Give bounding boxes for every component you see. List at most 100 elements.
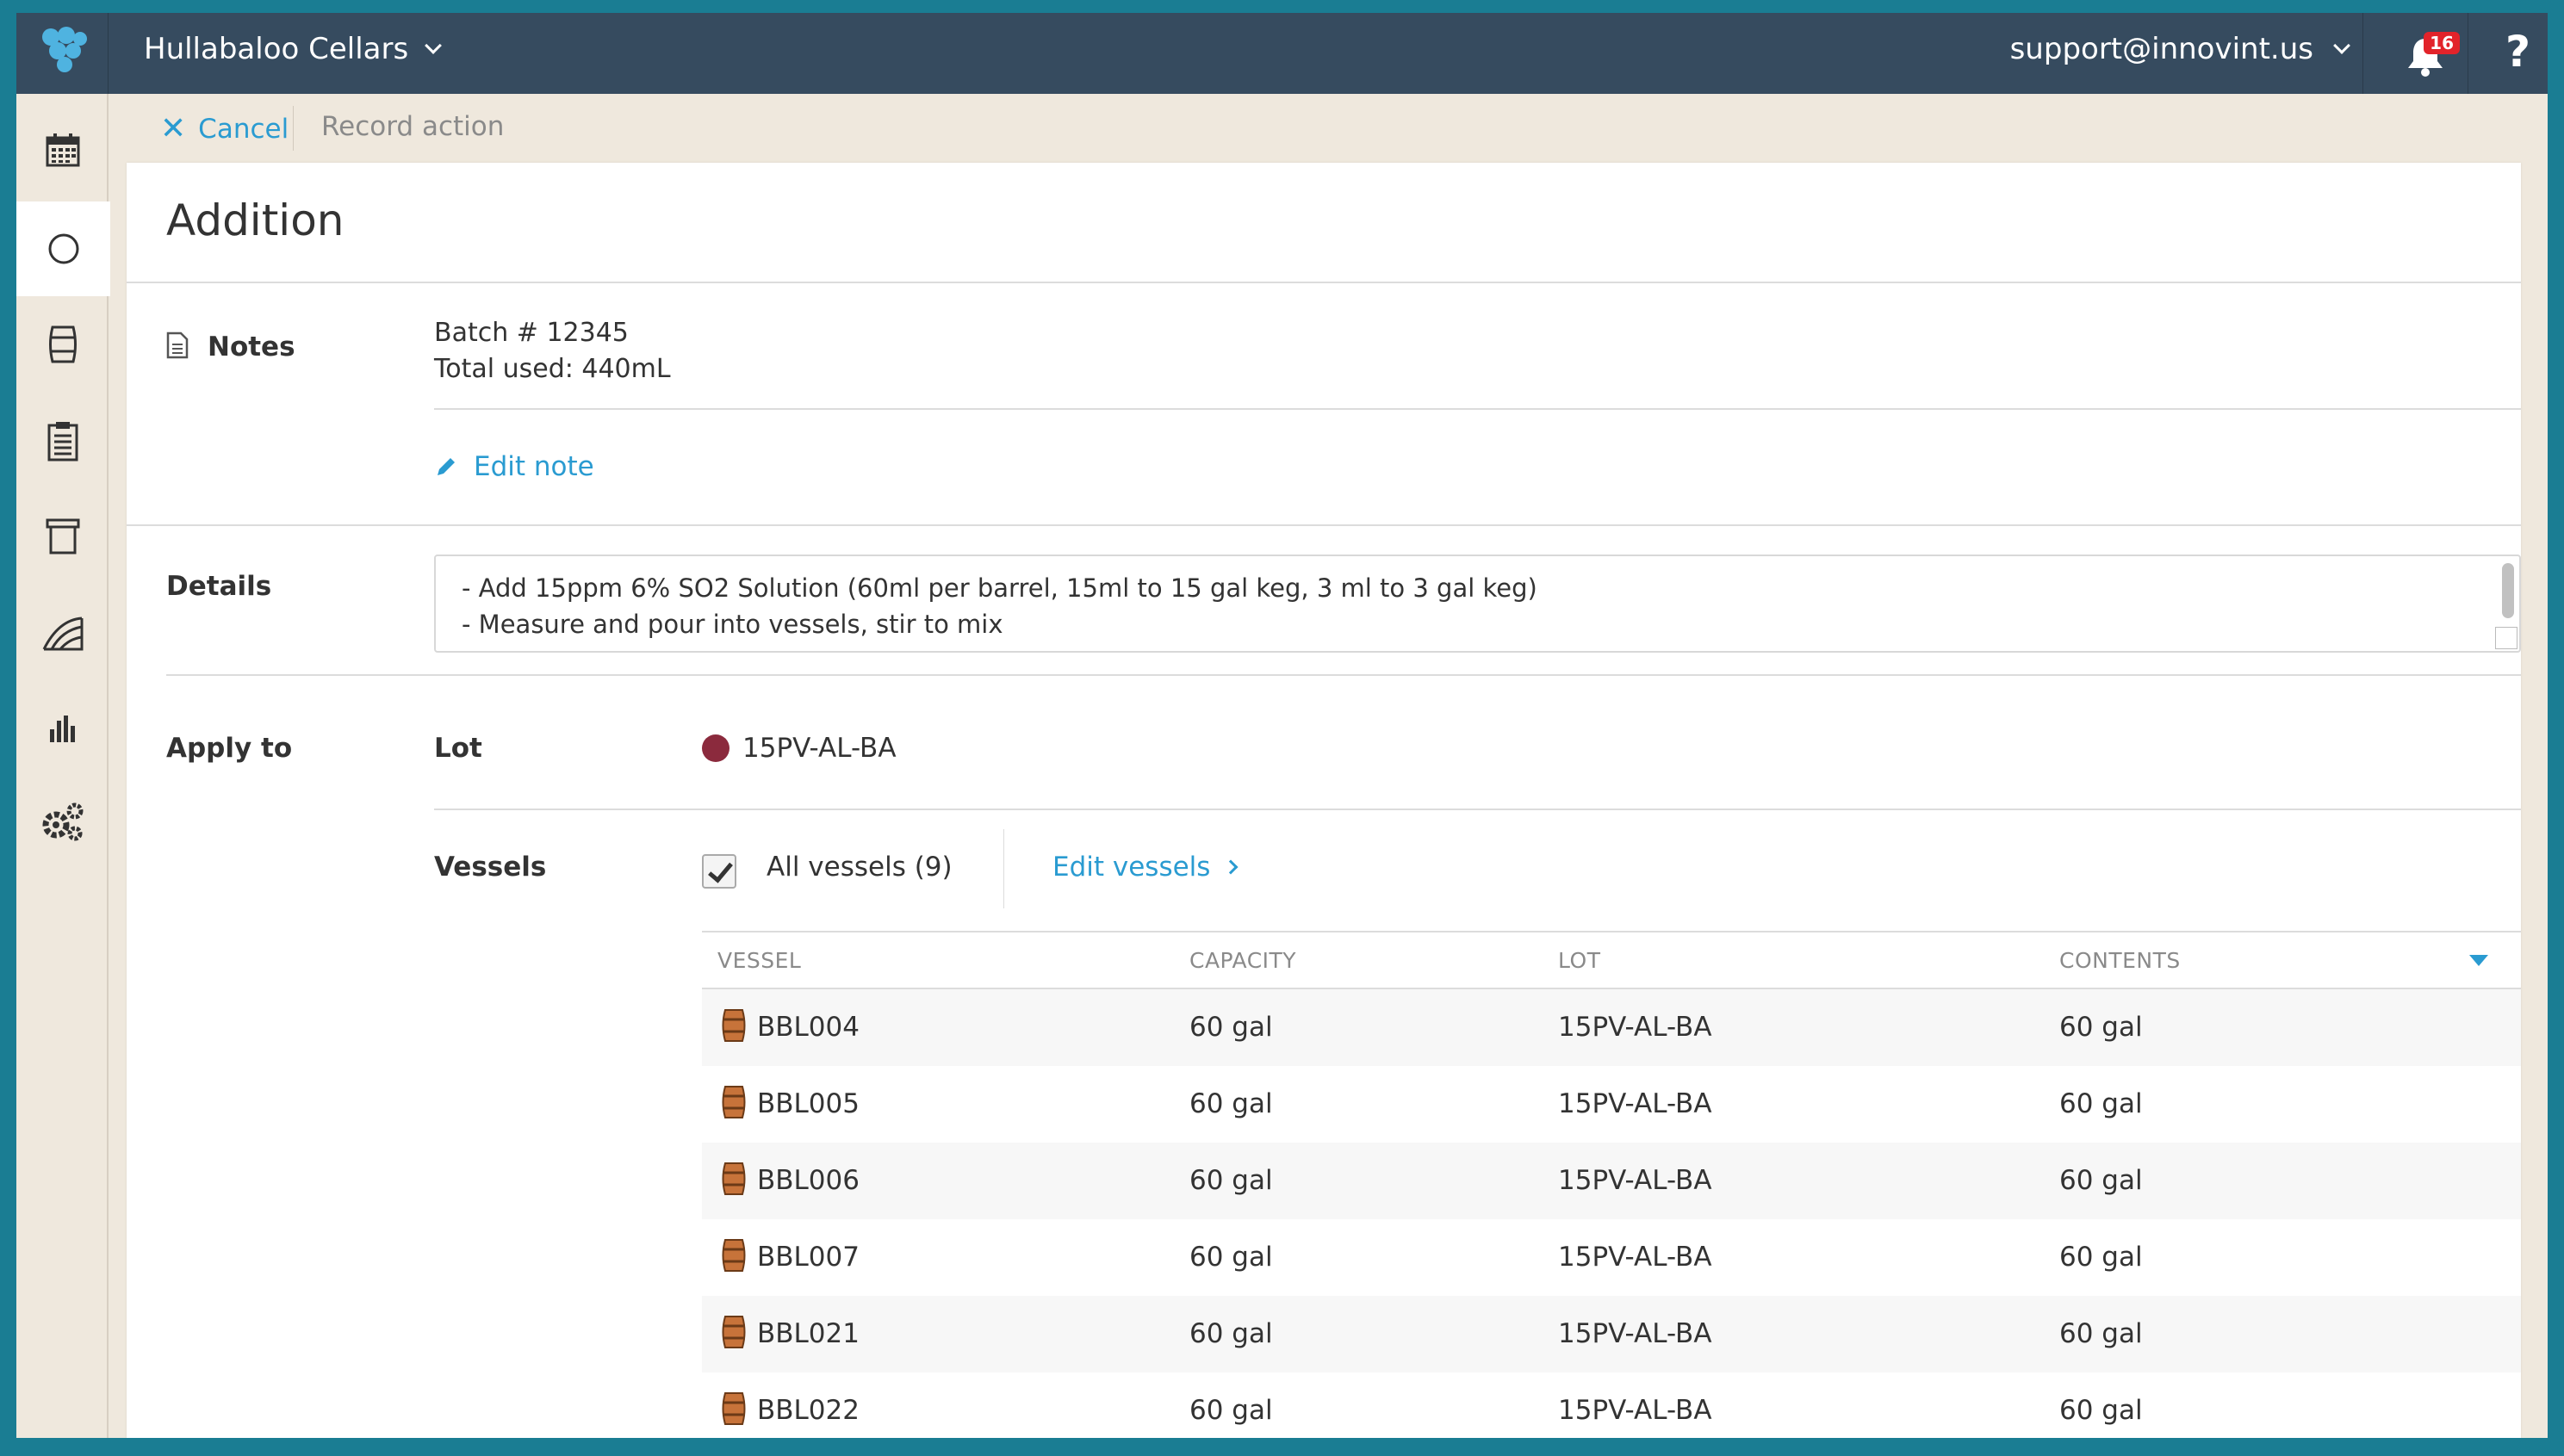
edit-note-label: Edit note	[474, 451, 594, 482]
sidebar-item-work-orders[interactable]	[16, 393, 109, 488]
contents-cell: 60 gal	[2059, 1318, 2143, 1349]
sidebar-item-reports[interactable]	[16, 681, 109, 776]
lot-cell: 15PV-AL-BA	[1558, 1242, 1712, 1273]
scrollbar[interactable]	[2502, 563, 2514, 618]
notes-label: Notes	[208, 331, 295, 362]
details-textarea[interactable]: - Add 15ppm 6% SO2 Solution (60ml per ba…	[434, 555, 2521, 653]
grape-logo-icon	[42, 27, 87, 72]
column-header-contents[interactable]: CONTENTS	[2059, 948, 2181, 973]
circle-icon	[48, 233, 78, 264]
capacity-cell: 60 gal	[1189, 1242, 1273, 1273]
capacity-cell: 60 gal	[1189, 1395, 1273, 1426]
user-menu[interactable]: support@innovint.us	[2010, 32, 2350, 66]
table-header: VESSEL CAPACITY LOT CONTENTS	[702, 931, 2521, 989]
org-name: Hullabaloo Cellars	[144, 32, 409, 66]
vessel-cell: BBL006	[757, 1165, 860, 1196]
edit-vessels-label: Edit vessels	[1052, 852, 1211, 883]
barrel-icon	[722, 1316, 746, 1348]
archive-icon	[46, 518, 79, 555]
record-action-button[interactable]: Record action	[321, 111, 504, 142]
cancel-button[interactable]: ✕ Cancel	[160, 111, 289, 146]
edit-note-link[interactable]: Edit note	[434, 451, 594, 482]
lot-cell: 15PV-AL-BA	[1558, 1395, 1712, 1426]
column-header-vessel[interactable]: VESSEL	[717, 948, 801, 973]
notes-line-2: Total used: 440mL	[434, 354, 671, 384]
barrel-icon	[722, 1162, 746, 1195]
table-row[interactable]: BBL006 60 gal 15PV-AL-BA 60 gal	[702, 1143, 2521, 1219]
divider	[127, 282, 2521, 283]
table-body: BBL004 60 gal 15PV-AL-BA 60 gal BBL005 6…	[702, 989, 2521, 1438]
divider	[434, 408, 2521, 410]
vessels-label: Vessels	[434, 852, 547, 883]
sidebar-item-calendar[interactable]	[16, 102, 109, 197]
lot-label: Lot	[434, 733, 482, 764]
barrel-icon	[722, 1009, 746, 1042]
sidebar-item-archive[interactable]	[16, 489, 109, 584]
edit-vessels-link[interactable]: Edit vessels	[1052, 852, 1239, 883]
pencil-icon	[438, 458, 455, 475]
vessels-divider	[1003, 829, 1004, 908]
details-line-1: - Add 15ppm 6% SO2 Solution (60ml per ba…	[462, 573, 1537, 603]
table-row[interactable]: BBL007 60 gal 15PV-AL-BA 60 gal	[702, 1219, 2521, 1296]
vessel-cell: BBL007	[757, 1242, 860, 1273]
vineyard-icon	[42, 616, 83, 651]
lot-cell: 15PV-AL-BA	[1558, 1165, 1712, 1196]
capacity-cell: 60 gal	[1189, 1088, 1273, 1119]
lot-cell: 15PV-AL-BA	[1558, 1088, 1712, 1119]
capacity-cell: 60 gal	[1189, 1318, 1273, 1349]
all-vessels-checkbox[interactable]	[702, 854, 736, 889]
contents-cell: 60 gal	[2059, 1242, 2143, 1273]
logo[interactable]	[16, 13, 109, 94]
vessel-cell: BBL021	[757, 1318, 860, 1349]
help-button[interactable]: ?	[2505, 27, 2530, 77]
all-vessels-label: All vessels (9)	[767, 852, 953, 883]
topbar-divider	[2362, 13, 2363, 94]
table-row[interactable]: BBL005 60 gal 15PV-AL-BA 60 gal	[702, 1066, 2521, 1143]
cancel-label: Cancel	[198, 113, 289, 145]
vessel-cell: BBL004	[757, 1012, 860, 1043]
contents-cell: 60 gal	[2059, 1088, 2143, 1119]
calendar-icon	[46, 133, 79, 167]
notes-line-1: Batch # 12345	[434, 318, 629, 348]
contents-cell: 60 gal	[2059, 1012, 2143, 1043]
page-title: Addition	[166, 195, 345, 245]
divider	[434, 809, 2521, 810]
action-bar-divider	[293, 106, 294, 151]
vessel-cell: BBL005	[757, 1088, 860, 1119]
top-bar: Hullabaloo Cellars support@innovint.us 1…	[16, 13, 2548, 94]
column-header-lot[interactable]: LOT	[1558, 948, 1601, 973]
sidebar-item-vessels[interactable]	[16, 297, 109, 392]
barrel-icon	[722, 1086, 746, 1118]
contents-cell: 60 gal	[2059, 1165, 2143, 1196]
sidebar-item-settings[interactable]	[16, 774, 109, 869]
capacity-cell: 60 gal	[1189, 1012, 1273, 1043]
lot-cell: 15PV-AL-BA	[1558, 1318, 1712, 1349]
chevron-down-icon	[2333, 37, 2350, 54]
sidebar-item-actions[interactable]	[16, 201, 110, 296]
addition-form-card: Addition Notes Batch # 12345 Total used:…	[127, 163, 2521, 1438]
chevron-right-icon	[1223, 859, 1239, 875]
org-switcher[interactable]: Hullabaloo Cellars	[144, 32, 443, 66]
divider	[166, 674, 2521, 676]
clipboard-icon	[47, 422, 78, 462]
vessels-table: VESSEL CAPACITY LOT CONTENTS BBL004 60 g…	[702, 931, 2521, 1438]
table-row[interactable]: BBL022 60 gal 15PV-AL-BA 60 gal	[702, 1372, 2521, 1438]
apply-to-label: Apply to	[166, 733, 293, 764]
sort-dropdown-icon[interactable]	[2469, 955, 2488, 966]
action-bar: ✕ Cancel Record action	[109, 94, 2548, 163]
sidebar-item-vineyards[interactable]	[16, 586, 109, 681]
table-row[interactable]: BBL004 60 gal 15PV-AL-BA 60 gal	[702, 989, 2521, 1066]
notifications-button[interactable]: 16	[2399, 28, 2460, 80]
lot-value: 15PV-AL-BA	[742, 733, 897, 764]
column-header-capacity[interactable]: CAPACITY	[1189, 948, 1296, 973]
chevron-down-icon	[425, 37, 443, 54]
bar-chart-icon	[49, 716, 75, 742]
app-window: Hullabaloo Cellars support@innovint.us 1…	[16, 13, 2548, 1438]
sidebar	[16, 94, 110, 1438]
table-row[interactable]: BBL021 60 gal 15PV-AL-BA 60 gal	[702, 1296, 2521, 1372]
divider	[127, 524, 2521, 526]
contents-cell: 60 gal	[2059, 1395, 2143, 1426]
resize-handle[interactable]	[2495, 627, 2517, 649]
document-icon	[166, 331, 189, 359]
lot-color-dot	[702, 734, 729, 762]
